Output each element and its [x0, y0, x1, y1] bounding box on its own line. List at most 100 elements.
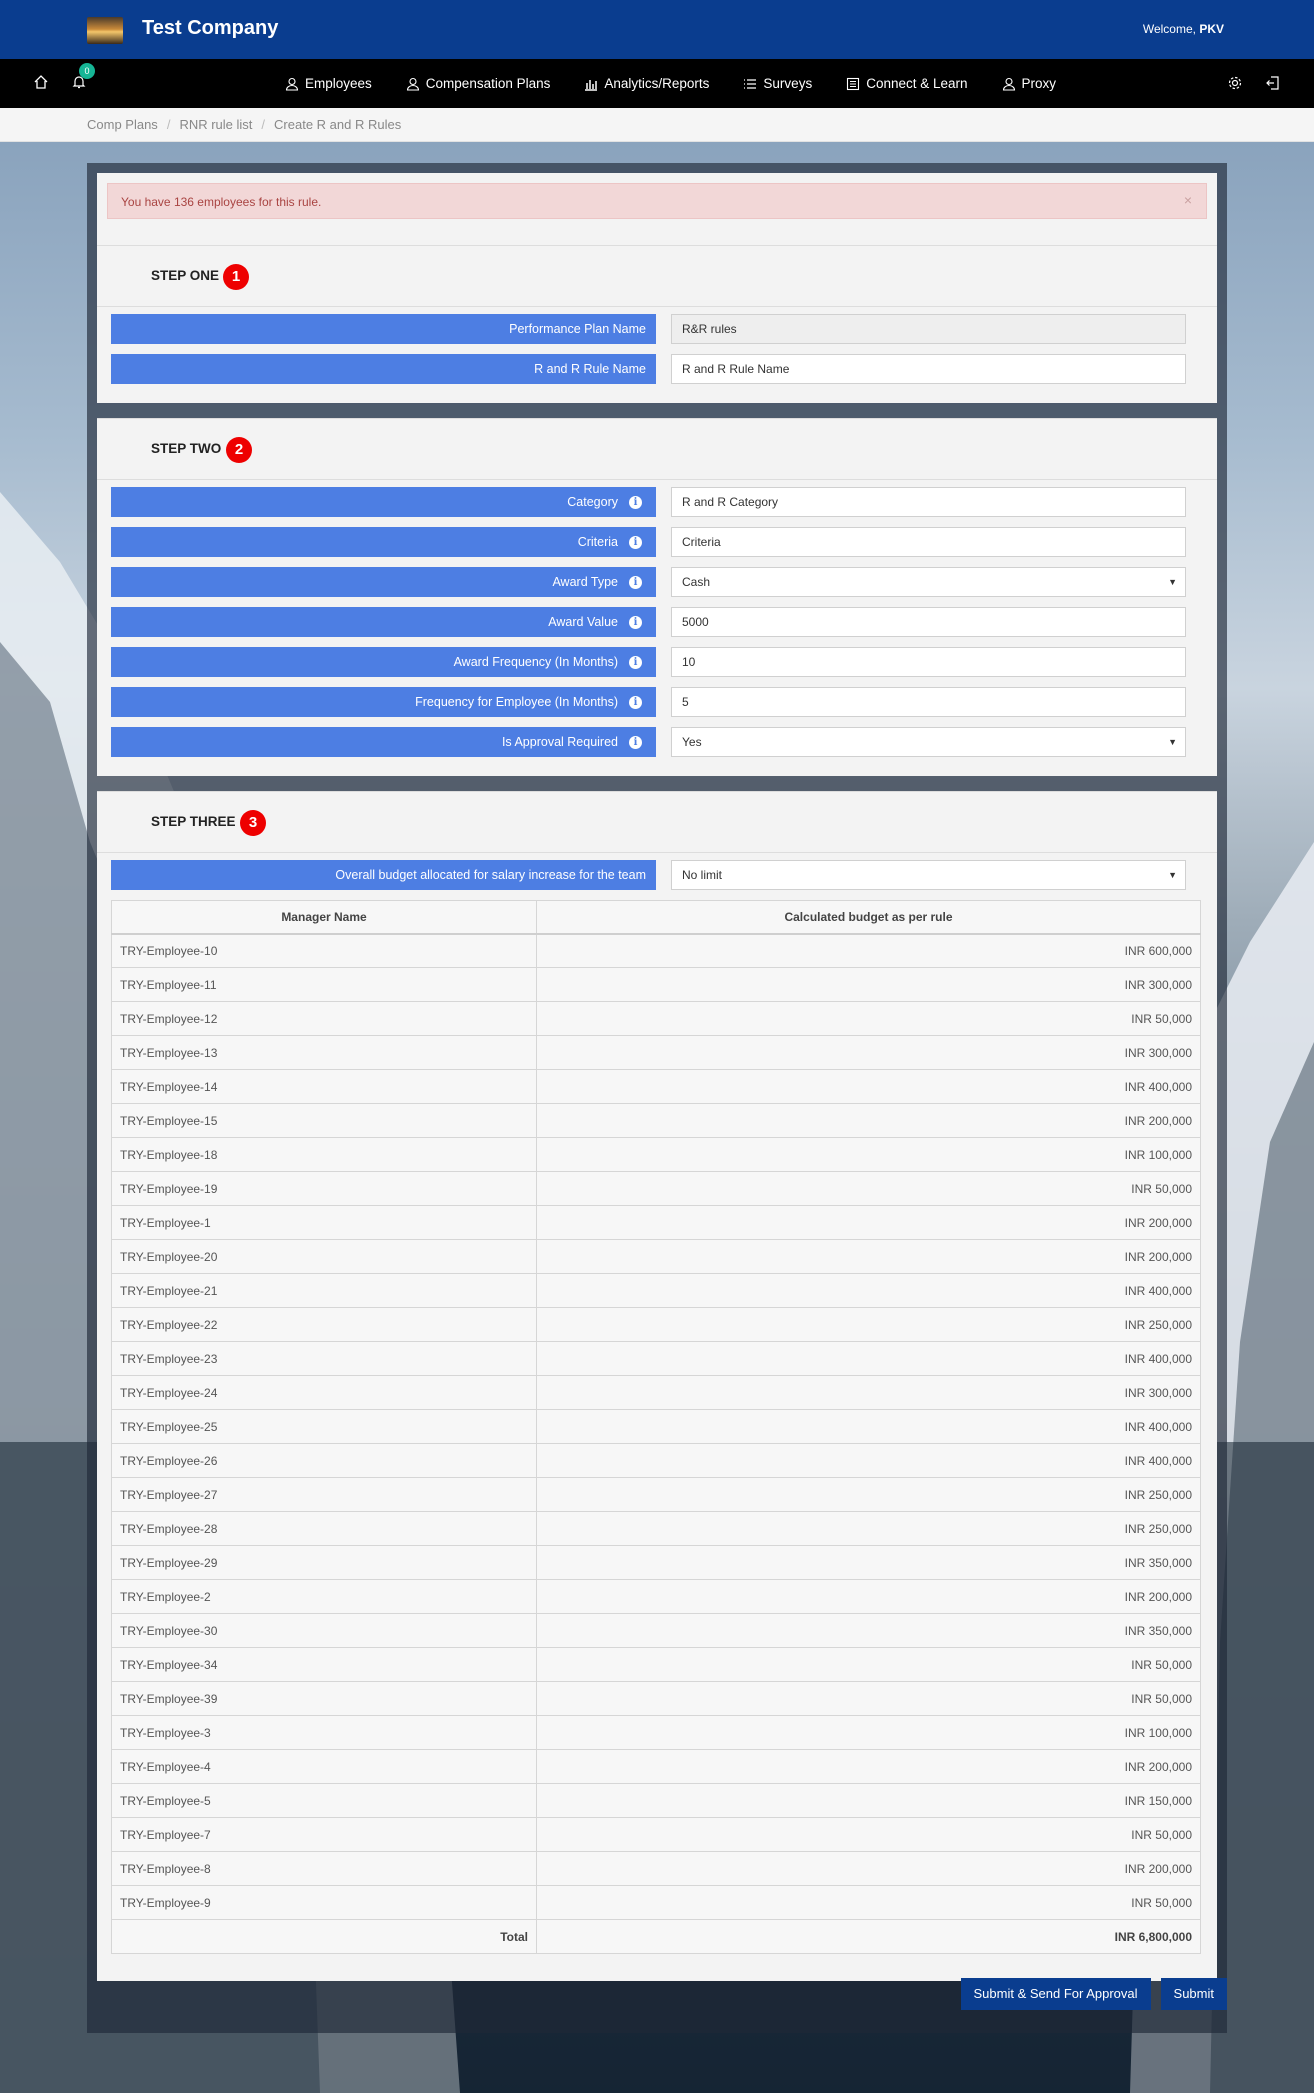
- logout-icon[interactable]: [1262, 72, 1284, 94]
- budget-cell: INR 400,000: [536, 1341, 1201, 1376]
- table-row: TRY-Employee-21 INR 400,000: [111, 1273, 1201, 1308]
- table-row: TRY-Employee-26 INR 400,000: [111, 1443, 1201, 1478]
- step-three-title: STEP THREE: [151, 814, 236, 829]
- table-row: TRY-Employee-15 INR 200,000: [111, 1103, 1201, 1138]
- close-icon[interactable]: ×: [1184, 192, 1192, 208]
- manager-name-cell: TRY-Employee-14: [111, 1069, 537, 1104]
- table-row: TRY-Employee-39 INR 50,000: [111, 1681, 1201, 1716]
- budget-cell: INR 400,000: [536, 1409, 1201, 1444]
- award-value-label: Award Value i: [111, 607, 656, 637]
- book-icon: [847, 77, 860, 90]
- notification-badge: 0: [79, 63, 95, 79]
- user-icon: [1002, 77, 1015, 91]
- award-frequency-input[interactable]: 10: [671, 647, 1186, 677]
- step-two-card: STEP TWO 2 Category i R and R Category Cr…: [97, 418, 1217, 776]
- overall-budget-row: Overall budget allocated for salary incr…: [111, 860, 1186, 890]
- budget-cell: INR 50,000: [536, 1681, 1201, 1716]
- table-row: TRY-Employee-19 INR 50,000: [111, 1171, 1201, 1206]
- budget-cell: INR 400,000: [536, 1273, 1201, 1308]
- step-two-number: 2: [226, 437, 252, 463]
- chevron-down-icon: ▼: [1168, 870, 1177, 880]
- budget-cell: INR 50,000: [536, 1171, 1201, 1206]
- info-icon[interactable]: i: [629, 496, 642, 509]
- breadcrumb-comp-plans[interactable]: Comp Plans: [87, 117, 158, 132]
- table-row: TRY-Employee-5 INR 150,000: [111, 1783, 1201, 1818]
- manager-name-cell: TRY-Employee-23: [111, 1341, 537, 1376]
- info-icon[interactable]: i: [629, 616, 642, 629]
- budget-cell: INR 200,000: [536, 1749, 1201, 1784]
- category-input[interactable]: R and R Category: [671, 487, 1186, 517]
- rule-name-input[interactable]: R and R Rule Name: [671, 354, 1186, 384]
- table-row: TRY-Employee-12 INR 50,000: [111, 1001, 1201, 1036]
- col-manager-name[interactable]: Manager Name: [111, 900, 537, 935]
- breadcrumb-rnr-rule-list[interactable]: RNR rule list: [179, 117, 252, 132]
- company-logo[interactable]: [87, 17, 123, 44]
- overall-budget-select[interactable]: No limit ▼: [671, 860, 1186, 890]
- budget-cell: INR 250,000: [536, 1511, 1201, 1546]
- performance-plan-name-label: Performance Plan Name: [111, 314, 656, 344]
- employee-frequency-input[interactable]: 5: [671, 687, 1186, 717]
- performance-plan-name-row: Performance Plan Name R&R rules: [111, 314, 1186, 344]
- table-row: TRY-Employee-20 INR 200,000: [111, 1239, 1201, 1274]
- nav-connect-learn[interactable]: Connect & Learn: [846, 76, 968, 91]
- table-row: TRY-Employee-23 INR 400,000: [111, 1341, 1201, 1376]
- criteria-row: Criteria i Criteria: [111, 527, 1186, 557]
- rule-name-label: R and R Rule Name: [111, 354, 656, 384]
- info-icon[interactable]: i: [629, 536, 642, 549]
- budget-cell: INR 200,000: [536, 1103, 1201, 1138]
- employee-frequency-label: Frequency for Employee (In Months) i: [111, 687, 656, 717]
- submit-button[interactable]: Submit: [1160, 1978, 1227, 2010]
- home-icon[interactable]: [30, 71, 52, 93]
- manager-name-cell: TRY-Employee-25: [111, 1409, 537, 1444]
- manager-name-cell: TRY-Employee-15: [111, 1103, 537, 1138]
- info-icon[interactable]: i: [629, 696, 642, 709]
- table-row: TRY-Employee-10 INR 600,000: [111, 933, 1201, 968]
- info-icon[interactable]: i: [629, 736, 642, 749]
- breadcrumb: Comp Plans / RNR rule list / Create R an…: [0, 108, 1314, 142]
- submit-send-approval-button[interactable]: Submit & Send For Approval: [960, 1978, 1151, 2010]
- gear-icon[interactable]: [1224, 72, 1246, 94]
- user-name[interactable]: PKV: [1199, 22, 1224, 36]
- manager-name-cell: TRY-Employee-20: [111, 1239, 537, 1274]
- performance-plan-name-field: R&R rules: [671, 314, 1186, 344]
- chevron-down-icon: ▼: [1168, 737, 1177, 747]
- manager-name-cell: TRY-Employee-2: [111, 1579, 537, 1614]
- manager-name-cell: TRY-Employee-24: [111, 1375, 537, 1410]
- manager-name-cell: TRY-Employee-22: [111, 1307, 537, 1342]
- bell-icon[interactable]: 0: [68, 63, 95, 93]
- info-icon[interactable]: i: [629, 656, 642, 669]
- alert-text: You have 136 employees for this rule.: [121, 195, 322, 209]
- step-one-card: You have 136 employees for this rule. × …: [97, 173, 1217, 403]
- step-one-header: STEP ONE 1: [97, 245, 1217, 307]
- award-frequency-row: Award Frequency (In Months) i 10: [111, 647, 1186, 677]
- award-type-select[interactable]: Cash ▼: [671, 567, 1186, 597]
- company-name[interactable]: Test Company: [142, 17, 278, 40]
- table-row: TRY-Employee-13 INR 300,000: [111, 1035, 1201, 1070]
- table-row: TRY-Employee-2 INR 200,000: [111, 1579, 1201, 1614]
- manager-name-cell: TRY-Employee-11: [111, 967, 537, 1002]
- total-value: INR 6,800,000: [536, 1919, 1201, 1954]
- nav-employees[interactable]: Employees: [285, 76, 372, 91]
- approval-required-select[interactable]: Yes ▼: [671, 727, 1186, 757]
- nav-surveys[interactable]: Surveys: [743, 76, 812, 91]
- award-value-input[interactable]: 5000: [671, 607, 1186, 637]
- manager-name-cell: TRY-Employee-9: [111, 1885, 537, 1920]
- approval-required-row: Is Approval Required i Yes ▼: [111, 727, 1186, 757]
- col-calculated-budget[interactable]: Calculated budget as per rule: [536, 900, 1201, 935]
- nav-proxy[interactable]: Proxy: [1002, 76, 1056, 91]
- nav-analytics-reports[interactable]: Analytics/Reports: [584, 76, 709, 91]
- table-row: TRY-Employee-11 INR 300,000: [111, 967, 1201, 1002]
- manager-name-cell: TRY-Employee-19: [111, 1171, 537, 1206]
- rule-name-row: R and R Rule Name R and R Rule Name: [111, 354, 1186, 384]
- budget-cell: INR 300,000: [536, 1375, 1201, 1410]
- info-icon[interactable]: i: [629, 576, 642, 589]
- criteria-input[interactable]: Criteria: [671, 527, 1186, 557]
- step-three-card: STEP THREE 3 Overall budget allocated fo…: [97, 791, 1217, 1981]
- budget-cell: INR 200,000: [536, 1579, 1201, 1614]
- manager-name-cell: TRY-Employee-30: [111, 1613, 537, 1648]
- nav-compensation-plans[interactable]: Compensation Plans: [406, 76, 550, 91]
- user-icon: [285, 77, 299, 91]
- budget-cell: INR 300,000: [536, 1035, 1201, 1070]
- overall-budget-label: Overall budget allocated for salary incr…: [111, 860, 656, 890]
- manager-name-cell: TRY-Employee-1: [111, 1205, 537, 1240]
